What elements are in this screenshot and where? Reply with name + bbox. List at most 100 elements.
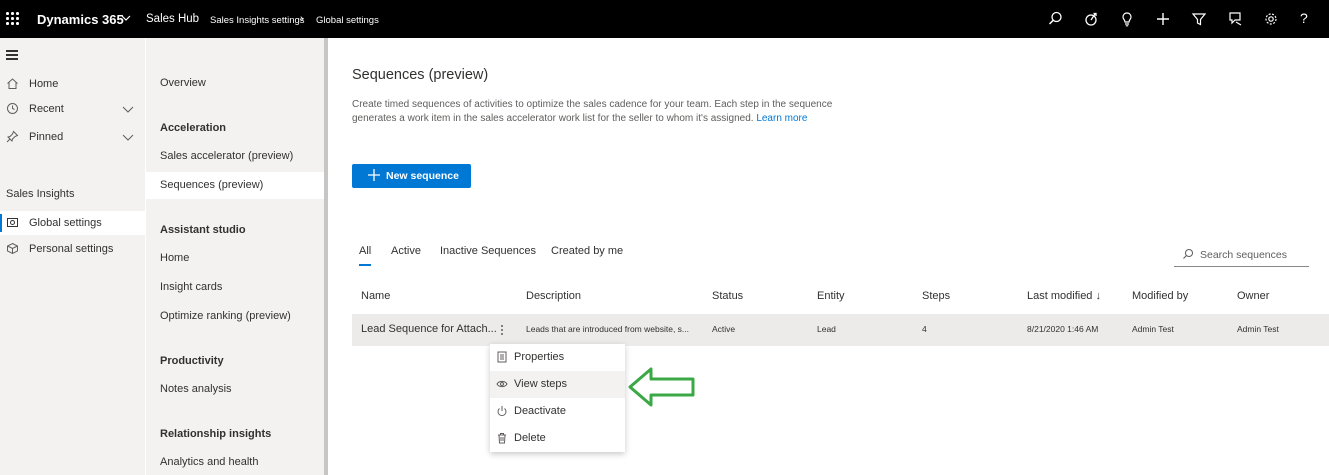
feedback-icon[interactable]	[1226, 10, 1244, 28]
cell-modified-by: Admin Test	[1132, 324, 1174, 334]
gear-icon[interactable]	[1262, 10, 1280, 28]
nav-item-recent[interactable]: Recent	[0, 97, 145, 121]
settings-nav-label: Analytics and health	[160, 456, 259, 468]
lightbulb-icon[interactable]	[1118, 10, 1136, 28]
description-line-2: generates a work item in the sales accel…	[352, 113, 754, 124]
page-description: Create timed sequences of activities to …	[352, 98, 872, 126]
cell-status: Active	[712, 324, 736, 334]
description-line-1: Create timed sequences of activities to …	[352, 99, 833, 110]
settings-nav: Overview Acceleration Sales accelerator …	[146, 38, 324, 475]
settings-group-heading: Assistant studio	[160, 224, 246, 236]
hamburger-menu-icon[interactable]	[6, 50, 18, 60]
settings-group-heading: Productivity	[160, 355, 224, 367]
settings-nav-analytics-health[interactable]: Analytics and health	[146, 449, 324, 475]
menu-item-delete[interactable]: Delete	[490, 425, 625, 452]
settings-nav-label: Insight cards	[160, 281, 223, 293]
nav-item-label: Home	[29, 78, 59, 90]
settings-group-heading: Relationship insights	[160, 428, 272, 440]
plus-icon	[367, 168, 381, 182]
cell-description: Leads that are introduced from website, …	[526, 324, 690, 334]
menu-item-label: View steps	[514, 378, 567, 390]
cell-owner: Admin Test	[1237, 324, 1279, 334]
column-header-name[interactable]: Name	[361, 290, 390, 302]
settings-nav-label: Overview	[160, 77, 206, 89]
tab-active[interactable]: Active	[391, 245, 421, 257]
menu-item-label: Properties	[514, 351, 565, 363]
settings-nav-insight-cards[interactable]: Insight cards	[146, 274, 324, 301]
tab-inactive-sequences[interactable]: Inactive Sequences	[440, 245, 536, 257]
column-header-steps[interactable]: Steps	[922, 290, 950, 302]
menu-item-view-steps[interactable]: View steps	[490, 371, 625, 398]
settings-nav-sequences[interactable]: Sequences (preview)	[146, 172, 324, 199]
settings-nav-assistant-home[interactable]: Home	[146, 245, 324, 272]
chevron-right-icon: ›	[300, 13, 304, 25]
new-sequence-button[interactable]: New sequence	[352, 164, 471, 188]
cell-last-modified: 8/21/2020 1:46 AM	[1027, 324, 1099, 334]
nav-item-label: Global settings	[29, 217, 102, 229]
chevron-down-icon[interactable]	[120, 12, 132, 24]
site-map-nav: Home Recent Pinned Sales Insights Global…	[0, 38, 145, 475]
search-placeholder: Search sequences	[1200, 249, 1287, 261]
settings-nav-sales-accelerator[interactable]: Sales accelerator (preview)	[146, 143, 324, 170]
clock-icon	[6, 102, 19, 115]
help-icon[interactable]: ?	[1300, 10, 1318, 28]
column-header-description[interactable]: Description	[526, 290, 581, 302]
breadcrumb-sales-insights-settings[interactable]: Sales Insights settings	[210, 15, 305, 26]
settings-nav-label: Notes analysis	[160, 383, 232, 395]
search-icon[interactable]	[1046, 10, 1064, 28]
nav-item-label: Recent	[29, 103, 64, 115]
global-settings-icon	[6, 216, 19, 229]
chevron-down-icon[interactable]	[122, 103, 134, 115]
cell-entity: Lead	[817, 324, 836, 334]
new-sequence-label: New sequence	[386, 170, 459, 182]
row-context-menu: Properties View steps Deactivate Delete	[490, 344, 625, 452]
nav-item-personal-settings[interactable]: Personal settings	[0, 237, 145, 261]
column-header-entity[interactable]: Entity	[817, 290, 845, 302]
annotation-arrow-icon	[628, 367, 695, 407]
waffle-icon[interactable]	[6, 12, 20, 26]
breadcrumb-global-settings: Global settings	[316, 15, 379, 26]
nav-item-home[interactable]: Home	[0, 72, 145, 96]
settings-nav-label: Sales accelerator (preview)	[160, 150, 294, 162]
settings-nav-overview[interactable]: Overview	[146, 70, 324, 97]
plus-icon[interactable]	[1154, 10, 1172, 28]
pin-icon	[6, 130, 19, 143]
column-header-last-modified[interactable]: Last modified ↓	[1027, 290, 1101, 302]
personal-settings-icon	[6, 242, 19, 255]
search-icon	[1182, 248, 1194, 260]
menu-item-label: Deactivate	[514, 405, 566, 417]
settings-nav-optimize-ranking[interactable]: Optimize ranking (preview)	[146, 303, 324, 330]
brand-name[interactable]: Dynamics 365	[37, 12, 124, 27]
nav-item-global-settings[interactable]: Global settings	[0, 211, 145, 235]
power-icon	[496, 405, 508, 417]
settings-nav-label: Home	[160, 252, 190, 264]
search-input[interactable]: Search sequences	[1174, 244, 1309, 267]
cell-name[interactable]: Lead Sequence for Attach...	[361, 323, 497, 335]
nav-item-label: Personal settings	[29, 243, 114, 255]
cell-steps: 4	[922, 324, 927, 334]
tab-all[interactable]: All	[359, 245, 372, 266]
nav-item-pinned[interactable]: Pinned	[0, 125, 145, 149]
eye-icon	[496, 378, 508, 390]
column-header-status[interactable]: Status	[712, 290, 743, 302]
top-bar: Dynamics 365 Sales Hub Sales Insights se…	[0, 0, 1329, 38]
table-row[interactable]: Lead Sequence for Attach... Leads that a…	[352, 314, 1329, 346]
menu-item-properties[interactable]: Properties	[490, 344, 625, 371]
nav-item-label: Pinned	[29, 131, 64, 143]
assistant-icon[interactable]	[1082, 10, 1100, 28]
column-header-modified-by[interactable]: Modified by	[1132, 290, 1188, 302]
settings-group-heading: Acceleration	[160, 122, 227, 134]
chevron-down-icon[interactable]	[122, 131, 134, 143]
main-content: Sequences (preview) Create timed sequenc…	[328, 38, 1329, 475]
learn-more-link[interactable]: Learn more	[756, 113, 807, 124]
menu-item-deactivate[interactable]: Deactivate	[490, 398, 625, 425]
tab-created-by-me[interactable]: Created by me	[551, 245, 623, 257]
settings-nav-label: Optimize ranking (preview)	[160, 310, 291, 322]
filter-icon[interactable]	[1190, 10, 1208, 28]
settings-nav-notes-analysis[interactable]: Notes analysis	[146, 376, 324, 403]
properties-icon	[496, 351, 508, 363]
app-name[interactable]: Sales Hub	[146, 13, 199, 25]
more-options-icon[interactable]	[498, 323, 506, 337]
column-header-owner[interactable]: Owner	[1237, 290, 1269, 302]
settings-nav-label: Sequences (preview)	[160, 179, 264, 191]
